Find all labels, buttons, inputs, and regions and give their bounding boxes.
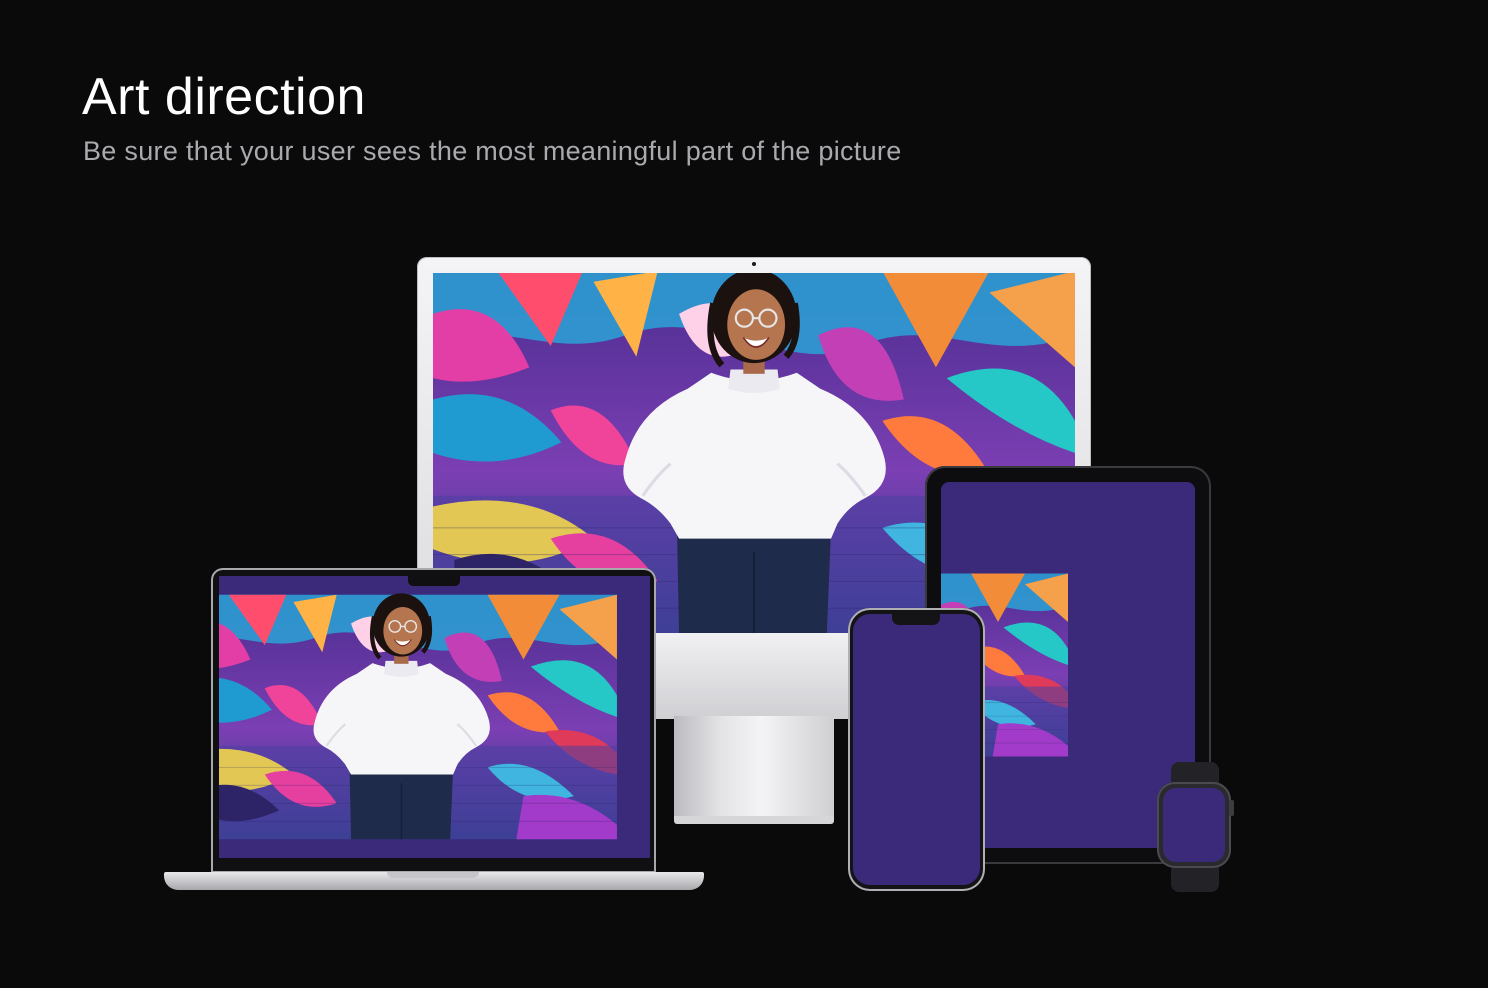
page-subtitle: Be sure that your user sees the most mea… xyxy=(83,136,902,166)
laptop-camera-notch xyxy=(408,575,460,586)
laptop-screen-image xyxy=(219,576,650,858)
phone-notch xyxy=(892,614,940,625)
imac-camera-icon xyxy=(752,262,756,266)
imac-foot xyxy=(674,816,834,824)
laptop-opening-groove xyxy=(387,872,479,878)
imac-chin xyxy=(655,633,851,719)
imac-stand xyxy=(674,716,834,820)
phone-screen-image xyxy=(853,614,980,885)
watch-crown-icon xyxy=(1229,800,1234,816)
page-title: Art direction xyxy=(82,68,366,126)
watch-screen-image xyxy=(1163,788,1225,862)
